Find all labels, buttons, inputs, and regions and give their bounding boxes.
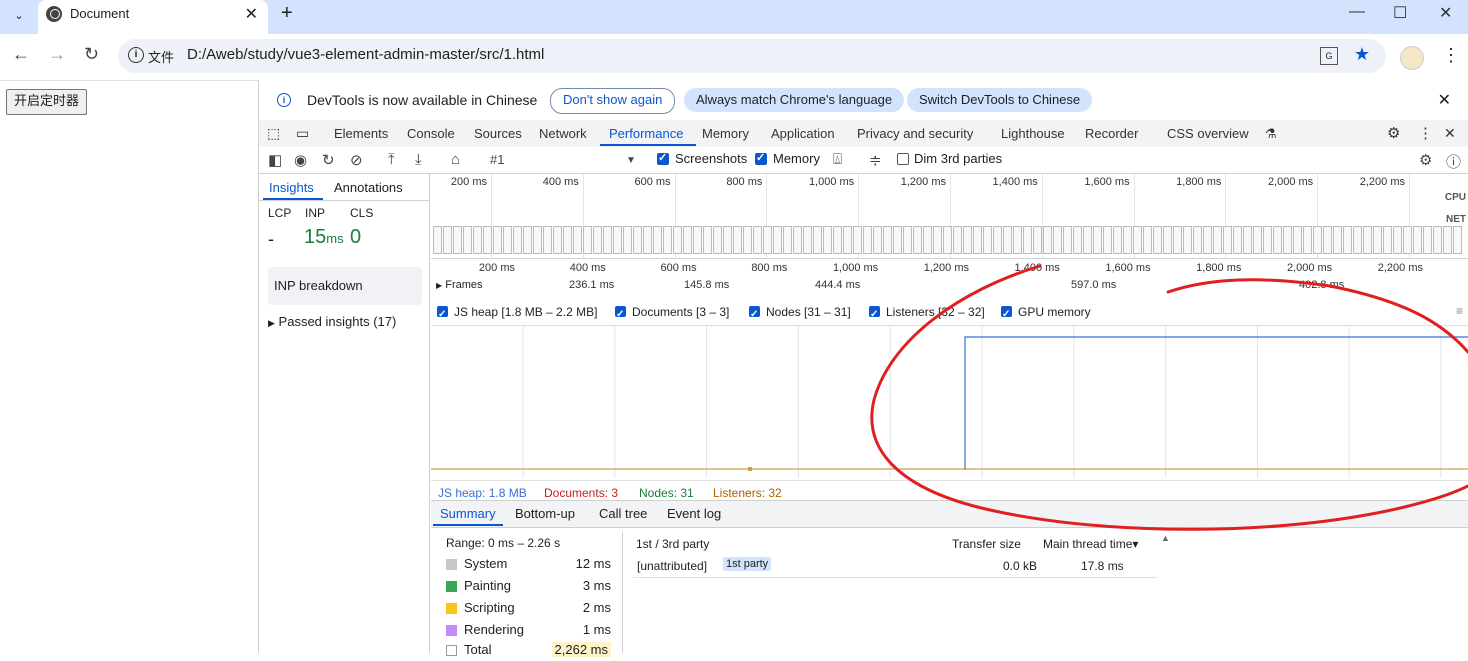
red-annotation-circle — [870, 264, 1468, 531]
